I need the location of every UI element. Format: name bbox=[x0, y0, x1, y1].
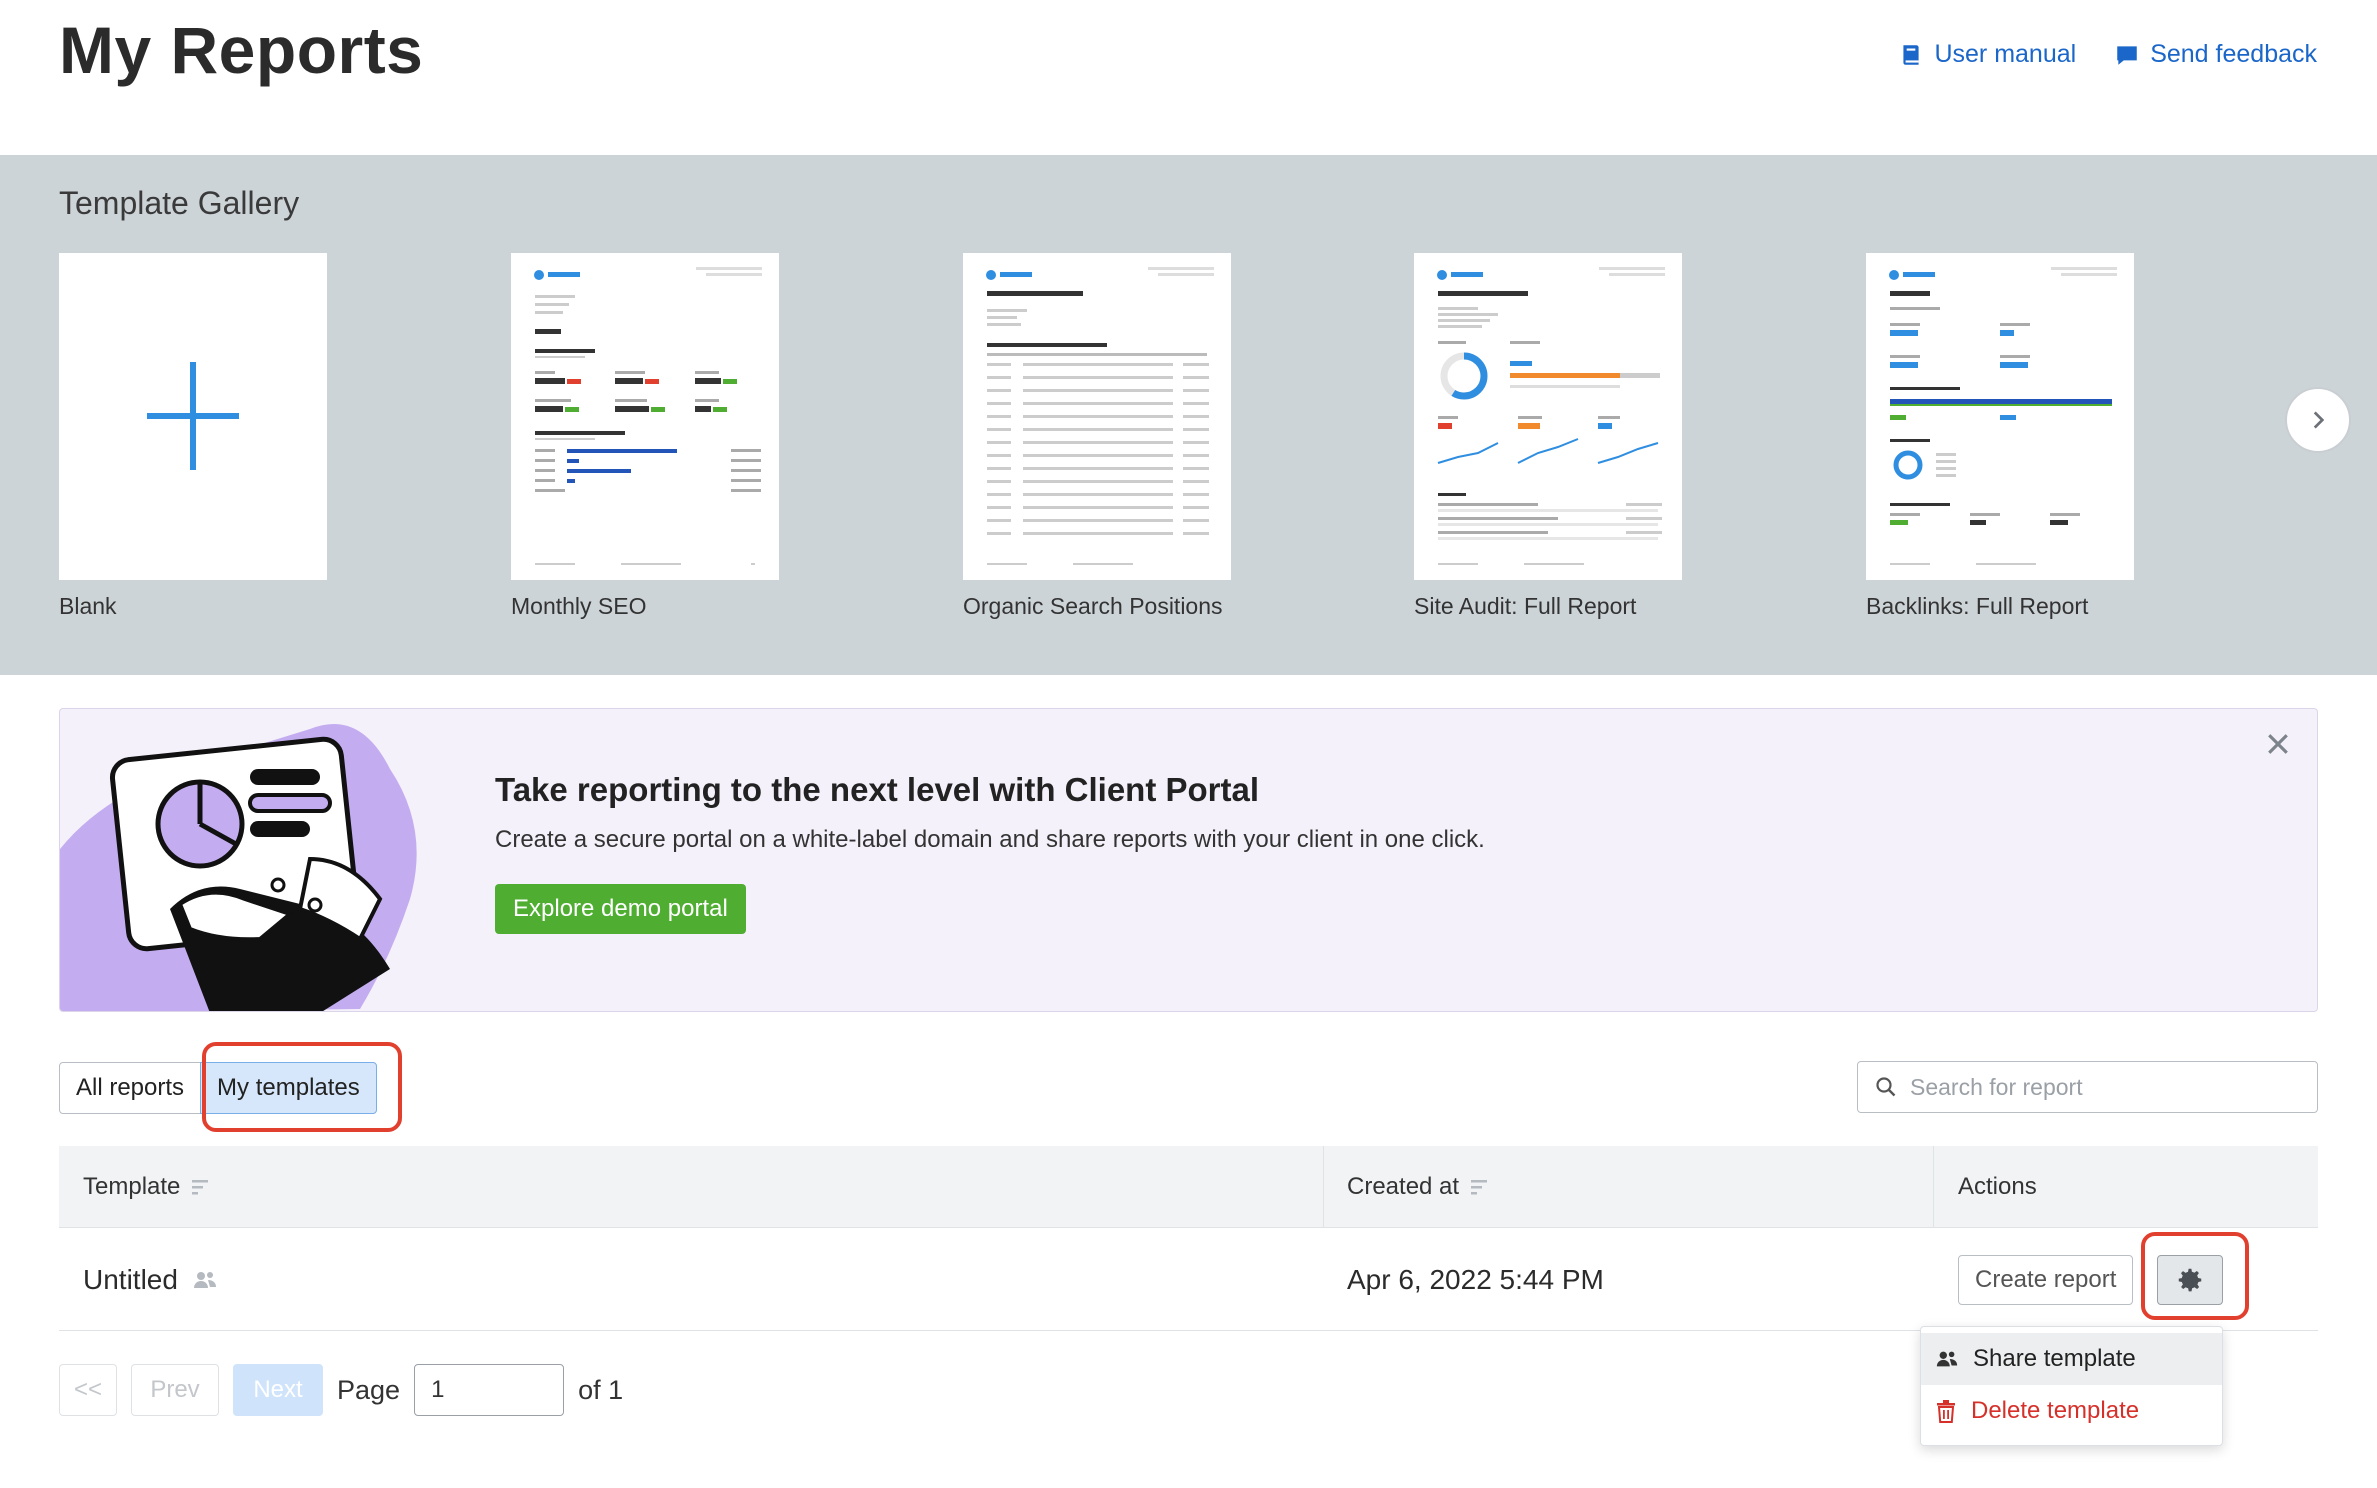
actions-cell: Create report bbox=[1958, 1228, 2134, 1331]
table-header: Template Created at Actions bbox=[59, 1146, 2318, 1228]
column-template-label: Template bbox=[83, 1173, 181, 1200]
search-icon bbox=[1876, 1077, 1896, 1097]
gallery-item-monthly-seo[interactable]: Monthly SEO bbox=[511, 253, 779, 620]
user-manual-label: User manual bbox=[1934, 40, 2077, 68]
first-page-button[interactable]: << bbox=[59, 1364, 117, 1416]
page-title: My Reports bbox=[59, 13, 424, 87]
gallery-item-site-audit[interactable]: Site Audit: Full Report bbox=[1414, 253, 1682, 620]
gallery-item-label: Site Audit: Full Report bbox=[1414, 593, 1637, 619]
page-number-input[interactable] bbox=[414, 1364, 565, 1416]
blank-thumbnail[interactable] bbox=[59, 253, 327, 580]
report-preview-image bbox=[986, 267, 1214, 565]
column-created-label: Created at bbox=[1347, 1173, 1460, 1200]
pagination: << Prev Next Page of 1 bbox=[59, 1364, 623, 1416]
column-header-template[interactable]: Template bbox=[83, 1146, 210, 1228]
report-preview-image bbox=[534, 267, 762, 565]
created-at-cell: Apr 6, 2022 5:44 PM bbox=[1347, 1263, 1604, 1295]
settings-button[interactable] bbox=[2157, 1255, 2223, 1305]
delete-template-label: Delete template bbox=[1971, 1397, 2140, 1424]
column-header-actions: Actions bbox=[1958, 1146, 2037, 1228]
close-icon[interactable] bbox=[2263, 729, 2293, 759]
share-users-icon bbox=[1936, 1351, 1958, 1367]
backlinks-thumbnail[interactable] bbox=[1866, 253, 2134, 580]
gallery-title: Template Gallery bbox=[59, 185, 300, 221]
next-page-button[interactable]: Next bbox=[233, 1364, 323, 1416]
report-tabs: All reports My templates bbox=[59, 1062, 377, 1114]
send-feedback-label: Send feedback bbox=[2150, 40, 2317, 68]
gallery-item-backlinks[interactable]: Backlinks: Full Report bbox=[1866, 253, 2134, 620]
book-icon bbox=[1903, 44, 1920, 65]
report-preview-image bbox=[1437, 267, 1665, 565]
sort-icon bbox=[1471, 1180, 1488, 1195]
search-input[interactable] bbox=[1910, 1073, 2290, 1101]
search-box bbox=[1857, 1061, 2318, 1113]
prev-page-button[interactable]: Prev bbox=[131, 1364, 219, 1416]
trash-icon bbox=[1937, 1400, 1955, 1423]
table-row: Untitled Apr 6, 2022 5:44 PM Create repo… bbox=[59, 1228, 2318, 1331]
tab-my-templates[interactable]: My templates bbox=[200, 1062, 377, 1114]
template-name[interactable]: Untitled bbox=[83, 1264, 178, 1296]
report-preview-image bbox=[1889, 267, 2117, 565]
tab-all-reports[interactable]: All reports bbox=[59, 1062, 202, 1114]
column-header-created-at[interactable]: Created at bbox=[1347, 1146, 1489, 1228]
menu-item-delete-template[interactable]: Delete template bbox=[1921, 1385, 2222, 1437]
template-name-cell: Untitled bbox=[83, 1228, 218, 1331]
template-gallery: Template Gallery Blank Monthly SEO Organ… bbox=[0, 155, 2377, 675]
client-portal-illustration bbox=[60, 724, 417, 1011]
gallery-item-label: Organic Search Positions bbox=[963, 593, 1223, 619]
gallery-item-label: Blank bbox=[59, 593, 117, 619]
share-template-label: Share template bbox=[1973, 1345, 2136, 1372]
site-audit-thumbnail[interactable] bbox=[1414, 253, 1682, 580]
column-actions-label: Actions bbox=[1958, 1173, 2037, 1200]
chat-bubble-icon bbox=[2117, 45, 2137, 65]
gallery-item-label: Backlinks: Full Report bbox=[1866, 593, 2089, 619]
gallery-next-button[interactable] bbox=[2285, 387, 2351, 453]
send-feedback-link[interactable]: Send feedback bbox=[2114, 40, 2317, 69]
client-portal-banner: Take reporting to the next level with Cl… bbox=[59, 708, 2318, 1012]
monthly-seo-thumbnail[interactable] bbox=[511, 253, 779, 580]
create-report-button[interactable]: Create report bbox=[1958, 1254, 2134, 1305]
shared-users-icon bbox=[193, 1271, 216, 1288]
gallery-item-blank[interactable]: Blank bbox=[59, 253, 327, 620]
banner-description: Create a secure portal on a white-label … bbox=[495, 826, 1485, 853]
gallery-item-organic-search[interactable]: Organic Search Positions bbox=[963, 253, 1231, 620]
banner-title: Take reporting to the next level with Cl… bbox=[495, 771, 1260, 808]
page-label: Page bbox=[337, 1374, 401, 1405]
organic-search-thumbnail[interactable] bbox=[963, 253, 1231, 580]
menu-item-share-template[interactable]: Share template bbox=[1921, 1333, 2222, 1385]
user-manual-link[interactable]: User manual bbox=[1898, 40, 2076, 69]
sort-icon bbox=[192, 1180, 209, 1195]
header-links: User manual Send feedback bbox=[1898, 40, 2317, 69]
gear-icon bbox=[2178, 1268, 2202, 1292]
template-actions-menu: Share template Delete template bbox=[1920, 1326, 2223, 1446]
chevron-right-icon bbox=[2313, 411, 2325, 429]
explore-demo-portal-button[interactable]: Explore demo portal bbox=[495, 884, 746, 934]
gallery-item-label: Monthly SEO bbox=[511, 593, 647, 619]
page-total-label: of 1 bbox=[578, 1374, 624, 1405]
